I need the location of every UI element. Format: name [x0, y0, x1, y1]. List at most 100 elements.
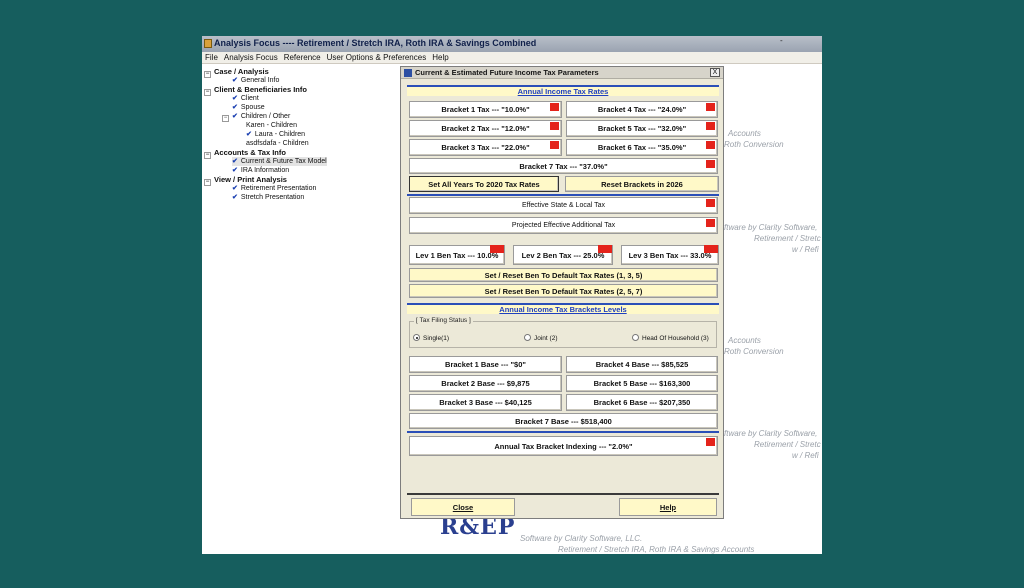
radio-icon	[524, 334, 531, 341]
reset-ben-257-button[interactable]: Set / Reset Ben To Default Tax Rates (2,…	[409, 284, 718, 298]
tax-bracket-indexing-button[interactable]: Annual Tax Bracket Indexing --- "2.0%"	[409, 436, 718, 456]
tree-retirement-presentation[interactable]: ✔ Retirement Presentation	[232, 184, 316, 193]
tree-label: Current & Future Tax Model	[240, 158, 327, 165]
bg-w-refi-2: w / Refi	[792, 451, 819, 460]
tree-karen[interactable]: Karen - Children	[246, 121, 297, 130]
reset-brackets-button[interactable]: Reset Brackets in 2026	[565, 176, 719, 192]
bracket-6-base-button[interactable]: Bracket 6 Base --- $207,350	[566, 394, 718, 411]
tree-label: Stretch Presentation	[240, 194, 305, 201]
tree-label: View / Print Analysis	[214, 175, 287, 184]
radio-label: Joint (2)	[534, 335, 558, 342]
check-icon: ✔	[246, 131, 252, 138]
tree-client[interactable]: ✔ Client	[232, 94, 259, 103]
close-icon[interactable]: X	[710, 68, 720, 77]
flag-icon	[550, 141, 559, 149]
menu-file[interactable]: File	[202, 52, 221, 63]
tree-label: Retirement Presentation	[240, 185, 317, 192]
bracket-5-tax-button[interactable]: Bracket 5 Tax --- "32.0%"	[566, 120, 718, 137]
bracket-3-tax-button[interactable]: Bracket 3 Tax --- "22.0%"	[409, 139, 562, 156]
flag-icon	[490, 245, 504, 253]
bracket-7-base-button[interactable]: Bracket 7 Base --- $518,400	[409, 413, 718, 429]
tree-asdfsdafa[interactable]: asdfsdafa - Children	[246, 139, 309, 148]
check-icon: ✔	[232, 167, 238, 174]
bracket-4-base-button[interactable]: Bracket 4 Base --- $85,525	[566, 356, 718, 373]
bg-retirement-stretch: Retirement / Stretc	[754, 234, 821, 243]
tree-current-future-tax[interactable]: ✔ Current & Future Tax Model	[232, 157, 327, 166]
tree-label: asdfsdafa - Children	[246, 140, 309, 147]
button-label: Lev 3 Ben Tax --- 33.0%	[628, 250, 712, 260]
button-label: Bracket 7 Tax --- "37.0%"	[519, 161, 608, 171]
flag-icon	[706, 103, 715, 111]
bracket-2-base-button[interactable]: Bracket 2 Base --- $9,875	[409, 375, 562, 392]
button-label: Bracket 1 Tax --- "10.0%"	[441, 105, 530, 114]
bracket-1-tax-button[interactable]: Bracket 1 Tax --- "10.0%"	[409, 101, 562, 118]
collapse-icon[interactable]: −	[204, 71, 211, 78]
tree-label: Accounts & Tax Info	[214, 148, 286, 157]
bg-tagline-footer: Retirement / Stretch IRA, Roth IRA & Sav…	[558, 545, 755, 554]
tree-general-info[interactable]: ✔ General Info	[232, 76, 279, 85]
dialog-titlebar: Current & Estimated Future Income Tax Pa…	[401, 67, 723, 79]
collapse-icon[interactable]: −	[204, 152, 211, 159]
app-icon	[204, 39, 212, 48]
bg-w-refi: w / Refi	[792, 245, 819, 254]
help-button[interactable]: Help	[619, 498, 717, 516]
tree-label: Laura - Children	[254, 131, 306, 138]
bg-accounts-2: Accounts	[728, 336, 761, 345]
button-label: Effective State & Local Tax	[521, 202, 605, 209]
flag-icon	[706, 199, 715, 207]
bracket-4-tax-button[interactable]: Bracket 4 Tax --- "24.0%"	[566, 101, 718, 118]
tax-parameters-dialog: Current & Estimated Future Income Tax Pa…	[400, 66, 724, 519]
bg-accounts: Accounts	[728, 129, 761, 138]
button-label: Bracket 5 Tax --- "32.0%"	[597, 124, 687, 133]
tree-stretch-presentation[interactable]: ✔ Stretch Presentation	[232, 193, 304, 202]
check-icon: ✔	[232, 158, 238, 165]
joint-radio[interactable]: Joint (2)	[524, 334, 557, 342]
menu-analysis-focus[interactable]: Analysis Focus	[221, 52, 281, 63]
menu-reference[interactable]: Reference	[281, 52, 324, 63]
button-label: Bracket 4 Tax --- "24.0%"	[597, 105, 687, 114]
button-label: Annual Tax Bracket Indexing --- "2.0%"	[494, 441, 633, 451]
tree-label: Client	[240, 95, 259, 102]
effective-state-local-button[interactable]: Effective State & Local Tax	[409, 197, 718, 214]
set-all-years-button[interactable]: Set All Years To 2020 Tax Rates	[409, 176, 559, 192]
tree-label: General Info	[240, 77, 280, 84]
bracket-1-base-button[interactable]: Bracket 1 Base --- "$0"	[409, 356, 562, 373]
bracket-5-base-button[interactable]: Bracket 5 Base --- $163,300	[566, 375, 718, 392]
app-title: Analysis Focus ---- Retirement / Stretch…	[214, 38, 537, 48]
tree-label: Spouse	[240, 104, 265, 111]
button-label: Bracket 6 Tax --- "35.0%"	[597, 143, 687, 152]
lev-2-ben-tax-button[interactable]: Lev 2 Ben Tax --- 25.0%	[513, 245, 613, 265]
check-icon: ✔	[232, 194, 238, 201]
bracket-7-tax-button[interactable]: Bracket 7 Tax --- "37.0%"	[409, 158, 718, 174]
reset-ben-135-button[interactable]: Set / Reset Ben To Default Tax Rates (1,…	[409, 268, 718, 282]
lev-1-ben-tax-button[interactable]: Lev 1 Ben Tax --- 10.0%	[409, 245, 505, 265]
bracket-3-base-button[interactable]: Bracket 3 Base --- $40,125	[409, 394, 562, 411]
menu-help[interactable]: Help	[429, 52, 451, 63]
button-label: Lev 2 Ben Tax --- 25.0%	[521, 250, 605, 260]
menu-user-options[interactable]: User Options & Preferences	[324, 52, 430, 63]
flag-icon	[706, 160, 715, 168]
collapse-icon[interactable]: −	[222, 115, 229, 122]
tree-ira-information[interactable]: ✔ IRA Information	[232, 166, 289, 175]
check-icon: ✔	[232, 185, 238, 192]
tree-laura[interactable]: ✔ Laura - Children	[246, 130, 305, 139]
head-of-household-radio[interactable]: Head Of Household (3)	[632, 334, 709, 342]
tree-label: IRA Information	[240, 167, 290, 174]
button-label: Bracket 3 Tax --- "22.0%"	[441, 143, 530, 152]
collapse-icon[interactable]: −	[204, 89, 211, 96]
tax-filing-status-group: [ Tax Filing Status ] Single(1) Joint (2…	[409, 317, 717, 348]
single-radio[interactable]: Single(1)	[413, 334, 449, 342]
tree-label: Karen - Children	[246, 122, 297, 129]
filing-status-legend: [ Tax Filing Status ]	[414, 317, 473, 324]
close-button[interactable]: Close	[411, 498, 515, 516]
projected-additional-tax-button[interactable]: Projected Effective Additional Tax	[409, 217, 718, 234]
lev-3-ben-tax-button[interactable]: Lev 3 Ben Tax --- 33.0%	[621, 245, 719, 265]
bracket-2-tax-button[interactable]: Bracket 2 Tax --- "12.0%"	[409, 120, 562, 137]
button-label: Bracket 2 Tax --- "12.0%"	[441, 124, 530, 133]
flag-icon	[706, 141, 715, 149]
bracket-6-tax-button[interactable]: Bracket 6 Tax --- "35.0%"	[566, 139, 718, 156]
minimize-button[interactable]: -	[780, 36, 792, 45]
tree-spouse[interactable]: ✔ Spouse	[232, 103, 265, 112]
collapse-icon[interactable]: −	[204, 179, 211, 186]
tree-label: Children / Other	[240, 113, 291, 120]
